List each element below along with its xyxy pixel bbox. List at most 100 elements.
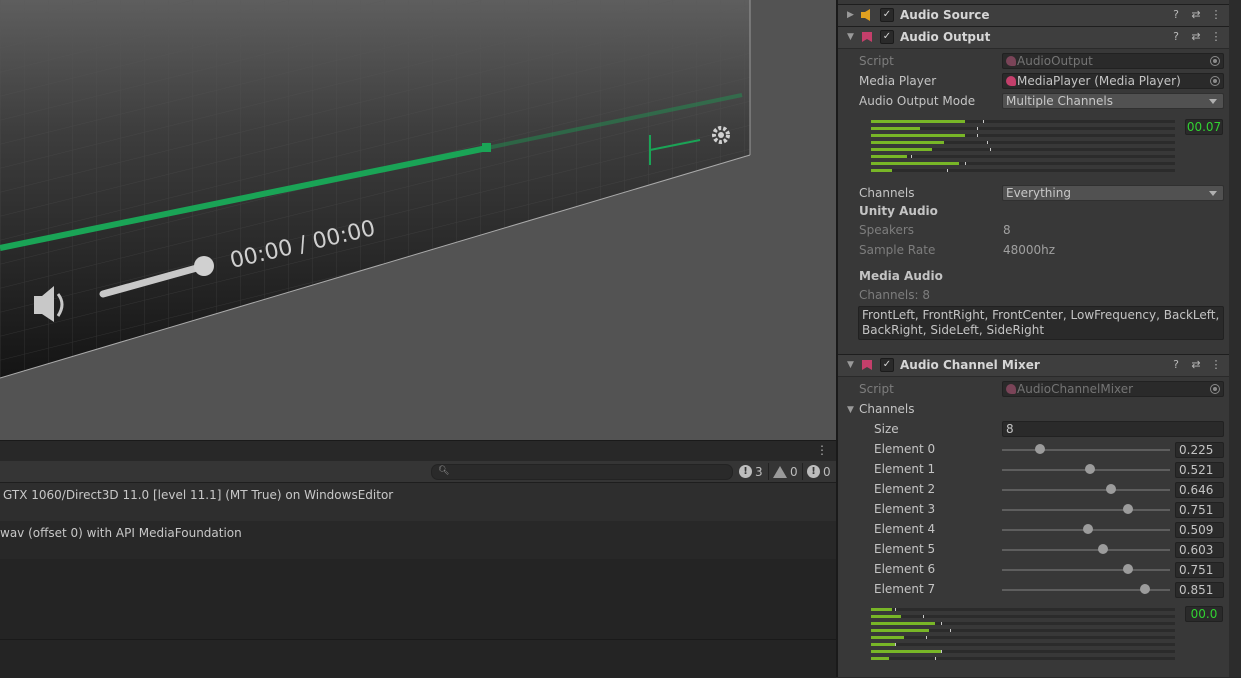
meter-channel-fill: [871, 657, 890, 660]
script-icon: [862, 32, 872, 42]
element-label: Element 2: [874, 482, 936, 496]
help-icon[interactable]: ?: [1169, 30, 1183, 44]
warning-icon: [773, 465, 787, 478]
element-slider-knob[interactable]: [1123, 564, 1134, 574]
sample-rate-label: Sample Rate: [859, 243, 936, 257]
scene-view[interactable]: 00:00 / 00:00: [0, 0, 836, 440]
object-picker-icon[interactable]: [1210, 76, 1220, 86]
console-tab-bar: ⋮: [0, 441, 836, 461]
element-slider-knob[interactable]: [1098, 544, 1109, 554]
meter-channel-peak: [922, 615, 924, 618]
more-options-icon[interactable]: ⋮: [1209, 30, 1223, 44]
script-icon: [1006, 56, 1016, 66]
meter-channel-bar: [871, 134, 1175, 137]
meter-channel-peak: [950, 629, 952, 632]
presets-icon[interactable]: ⇄: [1189, 30, 1203, 44]
help-icon[interactable]: ?: [1169, 8, 1183, 22]
speakers-label: Speakers: [859, 223, 915, 237]
meter-channel-fill: [871, 629, 929, 632]
mixer-level-meter: [871, 608, 1179, 664]
mixer-element-row: Element 1 0.521: [838, 460, 1229, 480]
element-slider-track[interactable]: [1002, 549, 1170, 551]
console-log-row[interactable]: wav (offset 0) with API MediaFoundation: [0, 521, 836, 559]
chevron-down-icon[interactable]: ▼: [847, 405, 854, 415]
script-field: AudioOutput: [1002, 53, 1224, 69]
audio-output-header[interactable]: ▼ ✓ Audio Output ? ⇄ ⋮: [838, 26, 1229, 49]
element-value-input[interactable]: 0.851: [1175, 582, 1224, 598]
chevron-right-icon[interactable]: ▶: [847, 10, 854, 20]
inspector-scrollbar[interactable]: [1229, 0, 1241, 677]
more-options-icon[interactable]: ⋮: [1209, 358, 1223, 372]
meter-channel-fill: [871, 134, 966, 137]
element-value-input[interactable]: 0.521: [1175, 462, 1224, 478]
log-message: wav (offset 0) with API MediaFoundation: [0, 526, 242, 540]
element-slider-track[interactable]: [1002, 569, 1170, 571]
element-label: Element 4: [874, 522, 936, 536]
info-count-toggle[interactable]: ! 0: [802, 463, 831, 480]
element-slider-knob[interactable]: [1139, 584, 1150, 594]
mixer-enabled-checkbox[interactable]: ✓: [880, 358, 894, 372]
element-slider-track[interactable]: [1002, 449, 1170, 451]
element-slider-knob[interactable]: [1084, 464, 1095, 474]
element-value-input[interactable]: 0.751: [1175, 502, 1224, 518]
volume-slider-knob: [194, 256, 214, 276]
console-search-input[interactable]: 🔍︎: [431, 464, 733, 480]
element-label: Element 5: [874, 542, 936, 556]
meter-channel-bar: [871, 629, 1175, 632]
chevron-down-icon: [1209, 99, 1217, 104]
console-detail-divider[interactable]: [0, 639, 836, 640]
element-slider-knob[interactable]: [1123, 504, 1134, 514]
element-value-input[interactable]: 0.646: [1175, 482, 1224, 498]
meter-channel-bar: [871, 155, 1175, 158]
meter-channel-peak: [940, 650, 942, 653]
channels-dropdown[interactable]: Everything: [1002, 185, 1224, 201]
channel-layout-textarea[interactable]: FrontLeft, FrontRight, FrontCenter, LowF…: [858, 306, 1224, 340]
console-log-row[interactable]: GTX 1060/Direct3D 11.0 [level 11.1] (MT …: [0, 483, 836, 521]
audio-output-meter-value: 00.07: [1185, 119, 1223, 135]
mixer-script-field: AudioChannelMixer: [1002, 381, 1224, 397]
audio-channel-mixer-header[interactable]: ▼ ✓ Audio Channel Mixer ? ⇄ ⋮: [838, 354, 1229, 377]
audio-source-header[interactable]: ▶ ✓ Audio Source ? ⇄ ⋮: [838, 4, 1229, 27]
chevron-down-icon[interactable]: ▼: [847, 360, 854, 370]
element-slider-track[interactable]: [1002, 489, 1170, 491]
mixer-element-row: Element 5 0.603: [838, 540, 1229, 560]
meter-channel-peak: [977, 134, 979, 137]
element-value-input[interactable]: 0.509: [1175, 522, 1224, 538]
meter-channel-bar: [871, 643, 1175, 646]
more-options-icon[interactable]: ⋮: [816, 443, 828, 457]
element-label: Element 0: [874, 442, 936, 456]
meter-channel-bar: [871, 608, 1175, 611]
error-count-toggle[interactable]: ! 3: [739, 463, 763, 480]
presets-icon[interactable]: ⇄: [1189, 358, 1203, 372]
meter-channel-bar: [871, 657, 1175, 660]
presets-icon[interactable]: ⇄: [1189, 8, 1203, 22]
meter-channel-peak: [965, 162, 967, 165]
speaker-icon: [861, 9, 870, 21]
element-slider-knob[interactable]: [1082, 524, 1093, 534]
element-value-input[interactable]: 0.603: [1175, 542, 1224, 558]
element-slider-knob[interactable]: [1105, 484, 1116, 494]
help-icon[interactable]: ?: [1169, 358, 1183, 372]
meter-channel-peak: [986, 141, 988, 144]
mixer-channels-label[interactable]: Channels: [859, 402, 915, 416]
element-label: Element 3: [874, 502, 936, 516]
output-mode-dropdown[interactable]: Multiple Channels: [1002, 93, 1224, 109]
audio-output-enabled-checkbox[interactable]: ✓: [880, 30, 894, 44]
element-value-input[interactable]: 0.751: [1175, 562, 1224, 578]
meter-channel-fill: [871, 650, 941, 653]
more-options-icon[interactable]: ⋮: [1209, 8, 1223, 22]
element-value-input[interactable]: 0.225: [1175, 442, 1224, 458]
error-icon: !: [739, 465, 752, 478]
mixer-element-row: Element 2 0.646: [838, 480, 1229, 500]
audio-source-enabled-checkbox[interactable]: ✓: [880, 8, 894, 22]
element-slider-track[interactable]: [1002, 509, 1170, 511]
chevron-down-icon[interactable]: ▼: [847, 32, 854, 42]
media-player-field[interactable]: MediaPlayer (Media Player): [1002, 73, 1224, 89]
script-icon: [1006, 384, 1016, 394]
warning-count-toggle[interactable]: 0: [768, 463, 798, 480]
mixer-element-row: Element 3 0.751: [838, 500, 1229, 520]
element-slider-knob[interactable]: [1034, 444, 1045, 454]
meter-channel-fill: [871, 155, 908, 158]
meter-channel-peak: [983, 120, 985, 123]
size-input[interactable]: 8: [1002, 421, 1224, 437]
